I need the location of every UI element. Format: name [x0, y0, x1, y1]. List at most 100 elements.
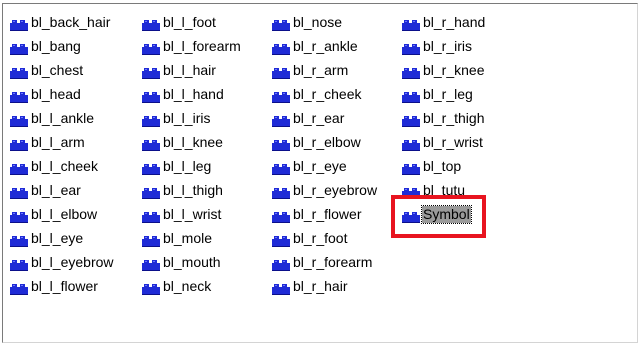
symbol-list-panel: bl_back_hair bl_bang bl_chest bl_head bl_l_a…: [2, 3, 638, 343]
symbol-blocks-icon: [9, 87, 29, 103]
symbol-item-bl-tutu[interactable]: bl_tutu: [401, 178, 486, 202]
symbol-item-label: bl_r_knee: [423, 61, 485, 78]
symbol-item-bl-r-foot[interactable]: bl_r_foot: [271, 226, 378, 250]
symbol-item-bl-r-ankle[interactable]: bl_r_ankle: [271, 34, 378, 58]
symbol-item-label: bl_r_elbow: [293, 133, 361, 150]
symbol-blocks-icon: [9, 111, 29, 127]
symbol-item-bl-r-ear[interactable]: bl_r_ear: [271, 106, 378, 130]
symbol-blocks-icon: [141, 279, 161, 295]
symbol-item-label: bl_l_eyebrow: [31, 253, 114, 270]
symbol-item-bl-l-ankle[interactable]: bl_l_ankle: [9, 106, 115, 130]
symbol-blocks-icon: [9, 231, 29, 247]
symbol-item-bl-neck[interactable]: bl_neck: [141, 274, 242, 298]
symbol-item-bl-l-eyebrow[interactable]: bl_l_eyebrow: [9, 250, 115, 274]
symbol-blocks-icon: [401, 159, 421, 175]
symbol-item-bl-r-hair[interactable]: bl_r_hair: [271, 274, 378, 298]
symbol-item-label: bl_r_forearm: [293, 253, 373, 270]
symbol-item-bl-l-hand[interactable]: bl_l_hand: [141, 82, 242, 106]
symbol-item-bl-l-leg[interactable]: bl_l_leg: [141, 154, 242, 178]
symbol-item-bl-l-hair[interactable]: bl_l_hair: [141, 58, 242, 82]
symbol-item-bl-l-iris[interactable]: bl_l_iris: [141, 106, 242, 130]
symbol-item-bl-r-eye[interactable]: bl_r_eye: [271, 154, 378, 178]
symbol-blocks-icon: [401, 183, 421, 199]
symbol-blocks-icon: [9, 39, 29, 55]
symbol-item-label: bl_r_leg: [423, 85, 473, 102]
symbol-item-bl-bang[interactable]: bl_bang: [9, 34, 115, 58]
symbol-item-bl-r-cheek[interactable]: bl_r_cheek: [271, 82, 378, 106]
symbol-item-bl-nose[interactable]: bl_nose: [271, 10, 378, 34]
symbol-item-label: bl_l_wrist: [163, 205, 222, 222]
symbol-item-bl-r-arm[interactable]: bl_r_arm: [271, 58, 378, 82]
symbol-item-label: bl_l_elbow: [31, 205, 98, 222]
symbol-item-label: bl_r_ankle: [293, 37, 358, 54]
symbol-item-label: bl_top: [423, 157, 462, 174]
symbol-item-bl-l-forearm[interactable]: bl_l_forearm: [141, 34, 242, 58]
symbol-item-bl-l-elbow[interactable]: bl_l_elbow: [9, 202, 115, 226]
symbol-item-bl-l-knee[interactable]: bl_l_knee: [141, 130, 242, 154]
symbol-item-bl-chest[interactable]: bl_chest: [9, 58, 115, 82]
symbol-item-bl-r-thigh[interactable]: bl_r_thigh: [401, 106, 486, 130]
symbol-item-bl-r-leg[interactable]: bl_r_leg: [401, 82, 486, 106]
symbol-item-bl-mouth[interactable]: bl_mouth: [141, 250, 242, 274]
symbol-item-label: bl_l_arm: [31, 133, 85, 150]
symbol-item-label: bl_r_foot: [293, 229, 348, 246]
symbol-item-label: bl_r_eye: [293, 157, 347, 174]
symbol-item-bl-l-arm[interactable]: bl_l_arm: [9, 130, 115, 154]
symbol-item-bl-r-iris[interactable]: bl_r_iris: [401, 34, 486, 58]
symbol-blocks-icon: [141, 87, 161, 103]
symbol-blocks-icon: [141, 15, 161, 31]
symbol-item-bl-r-eyebrow[interactable]: bl_r_eyebrow: [271, 178, 378, 202]
symbol-item-label: bl_l_knee: [163, 133, 223, 150]
symbol-item-bl-mole[interactable]: bl_mole: [141, 226, 242, 250]
symbol-item-bl-back-hair[interactable]: bl_back_hair: [9, 10, 115, 34]
symbol-item-label: bl_l_eye: [31, 229, 84, 246]
symbol-item-bl-r-wrist[interactable]: bl_r_wrist: [401, 130, 486, 154]
symbol-item-label: bl_tutu: [423, 181, 466, 198]
symbol-item-bl-l-wrist[interactable]: bl_l_wrist: [141, 202, 242, 226]
symbol-item-bl-l-eye[interactable]: bl_l_eye: [9, 226, 115, 250]
symbol-item-label: bl_r_flower: [293, 205, 362, 222]
symbol-item-label: bl_r_iris: [423, 37, 473, 54]
symbol-item-label: bl_l_thigh: [163, 181, 223, 198]
symbol-blocks-icon: [141, 135, 161, 151]
symbol-blocks-icon: [401, 111, 421, 127]
symbol-item-label: bl_mouth: [163, 253, 221, 270]
symbol-item-symbol[interactable]: Symbol: [401, 202, 486, 226]
symbol-item-bl-top[interactable]: bl_top: [401, 154, 486, 178]
symbol-blocks-icon: [271, 111, 291, 127]
symbol-blocks-icon: [271, 207, 291, 223]
symbol-item-bl-r-knee[interactable]: bl_r_knee: [401, 58, 486, 82]
symbol-item-bl-l-thigh[interactable]: bl_l_thigh: [141, 178, 242, 202]
symbol-item-bl-r-flower[interactable]: bl_r_flower: [271, 202, 378, 226]
symbol-blocks-icon: [141, 159, 161, 175]
symbol-item-bl-head[interactable]: bl_head: [9, 82, 115, 106]
symbol-item-label: bl_r_wrist: [423, 133, 483, 150]
symbol-item-bl-l-foot[interactable]: bl_l_foot: [141, 10, 242, 34]
symbol-item-label: bl_l_flower: [31, 277, 98, 294]
symbol-item-bl-r-elbow[interactable]: bl_r_elbow: [271, 130, 378, 154]
symbol-blocks-icon: [401, 87, 421, 103]
symbol-item-bl-l-flower[interactable]: bl_l_flower: [9, 274, 115, 298]
symbol-blocks-icon: [141, 63, 161, 79]
symbol-blocks-icon: [271, 183, 291, 199]
symbol-item-bl-l-ear[interactable]: bl_l_ear: [9, 178, 115, 202]
symbol-blocks-icon: [271, 39, 291, 55]
symbol-item-label: bl_l_ear: [31, 181, 81, 198]
symbol-item-bl-r-forearm[interactable]: bl_r_forearm: [271, 250, 378, 274]
symbol-item-bl-r-hand[interactable]: bl_r_hand: [401, 10, 486, 34]
symbol-blocks-icon: [141, 255, 161, 271]
symbol-item-label: bl_r_arm: [293, 61, 349, 78]
symbol-blocks-icon: [141, 231, 161, 247]
symbol-blocks-icon: [271, 279, 291, 295]
symbol-column-4: bl_r_hand bl_r_iris bl_r_knee bl_r_leg bl_r_…: [401, 10, 486, 226]
symbol-item-bl-l-cheek[interactable]: bl_l_cheek: [9, 154, 115, 178]
symbol-blocks-icon: [401, 207, 421, 223]
symbol-item-label: bl_l_iris: [163, 109, 211, 126]
symbol-item-label: bl_nose: [293, 13, 343, 30]
symbol-blocks-icon: [271, 15, 291, 31]
symbol-blocks-icon: [271, 87, 291, 103]
symbol-blocks-icon: [9, 63, 29, 79]
symbol-item-label: bl_l_ankle: [31, 109, 95, 126]
symbol-blocks-icon: [9, 135, 29, 151]
symbol-column-3: bl_nose bl_r_ankle bl_r_arm bl_r_cheek bl_r_…: [271, 10, 378, 298]
